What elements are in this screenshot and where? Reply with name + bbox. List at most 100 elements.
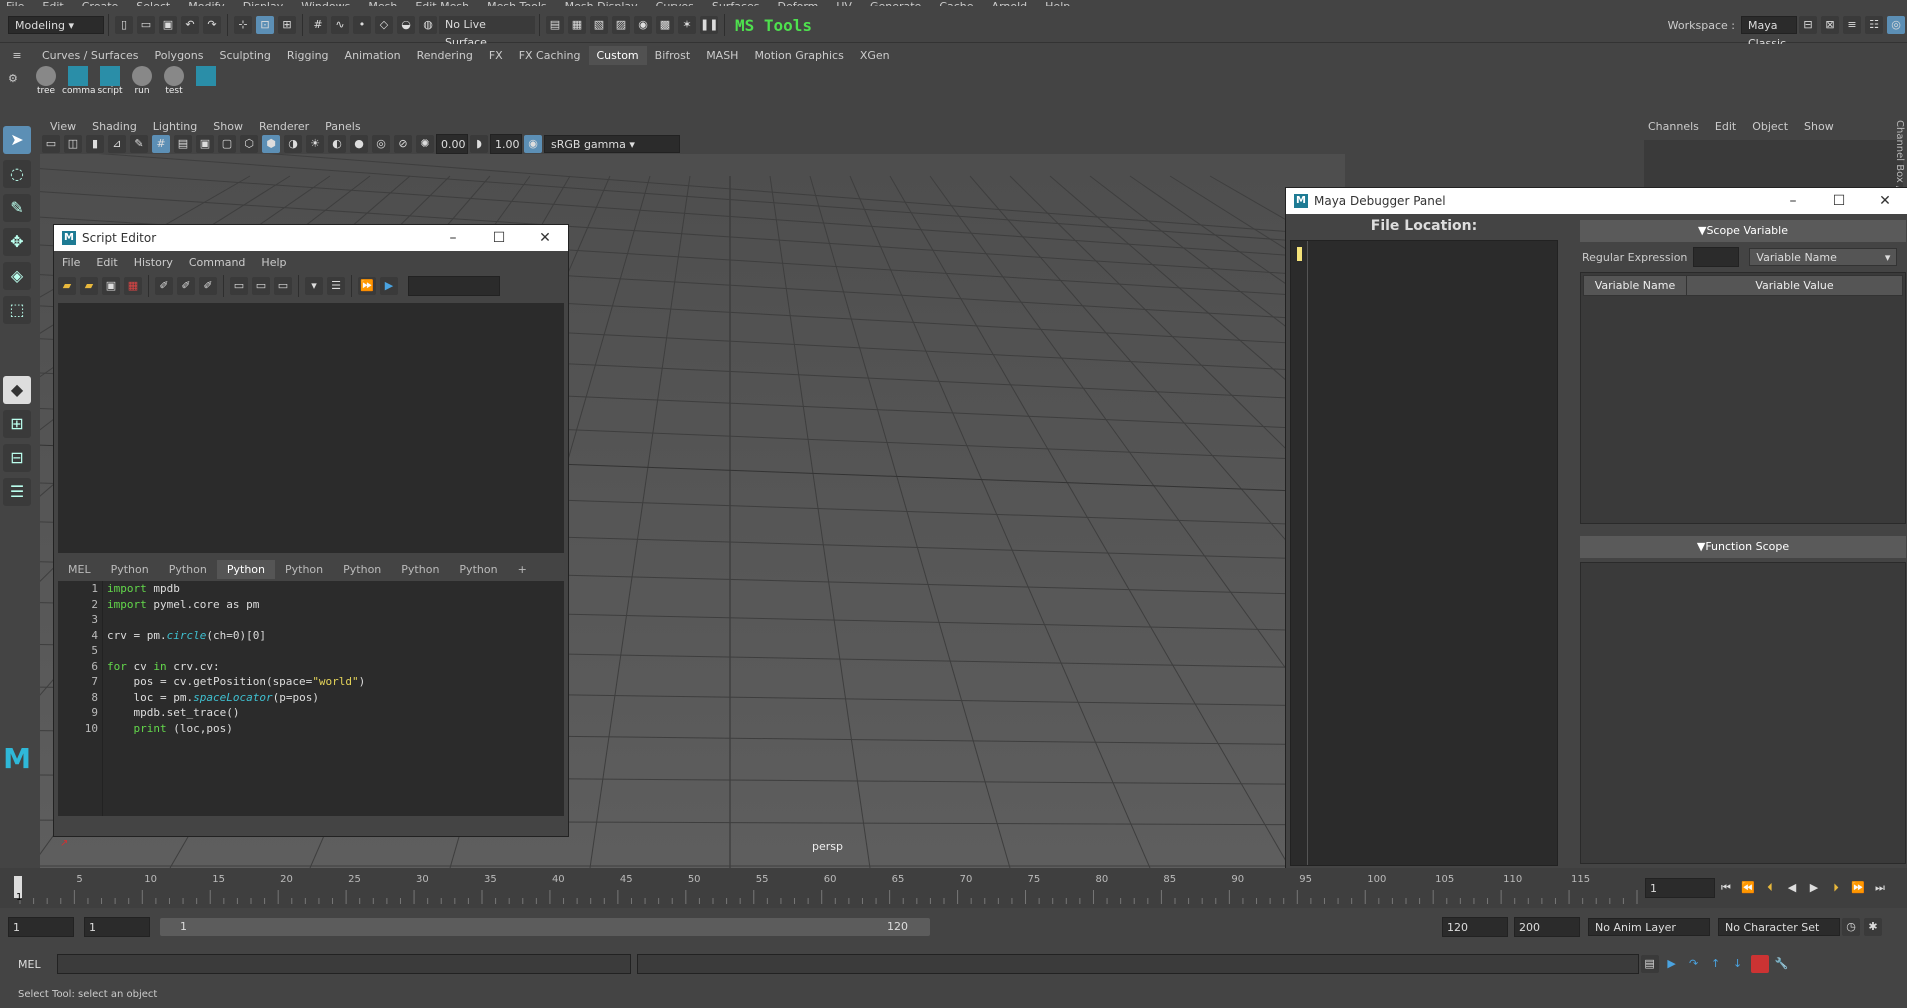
step-back-key-icon[interactable]: ⏪	[1739, 879, 1757, 897]
outliner-icon[interactable]: ☰	[3, 478, 31, 506]
tab-rigging[interactable]: Rigging	[279, 46, 337, 65]
select-hierarchy-icon[interactable]: ⊹	[234, 16, 252, 34]
viewport-menu-lighting[interactable]: Lighting	[153, 120, 197, 133]
arnold-render-icon[interactable]: ▩	[656, 16, 674, 34]
snap-point-icon[interactable]: •	[353, 16, 371, 34]
clear-all-icon[interactable]: ✐	[199, 277, 217, 295]
minimize-icon[interactable]: –	[430, 230, 476, 246]
viewport-menu-show[interactable]: Show	[213, 120, 243, 133]
playback-end-field[interactable]: 120	[1442, 917, 1508, 937]
render-settings-icon[interactable]: ▤	[546, 16, 564, 34]
channel-box-menu-channels[interactable]: Channels	[1648, 120, 1699, 133]
tab-fx-caching[interactable]: FX Caching	[511, 46, 589, 65]
camera-icon[interactable]: ▭	[42, 135, 60, 153]
menu-item[interactable]: Edit	[42, 1, 63, 6]
script-search-field[interactable]	[408, 276, 500, 296]
colorspace-select[interactable]: sRGB gamma ▾	[544, 135, 680, 153]
menu-item[interactable]: Mesh	[368, 1, 397, 6]
maximize-icon[interactable]: ☐	[1816, 193, 1862, 209]
tab-python[interactable]: Python	[101, 560, 159, 579]
rotate-tool-icon[interactable]: ◈	[3, 262, 31, 290]
isolate-icon[interactable]: ◎	[372, 135, 390, 153]
menu-item[interactable]: Help	[1045, 1, 1070, 6]
menu-item[interactable]: Windows	[301, 1, 350, 6]
source-code-view[interactable]	[1290, 240, 1558, 866]
time-slider[interactable]: 5 10 15 20 25 30 35 40 45 50 55 60 65 70 75 80 85 90 95 100…	[0, 868, 1907, 908]
image-plane-icon[interactable]: ⊿	[108, 135, 126, 153]
lights-icon[interactable]: ☀	[306, 135, 324, 153]
open-scene-icon[interactable]: ▭	[137, 16, 155, 34]
play-forwards-icon[interactable]: ▶	[1805, 879, 1823, 897]
new-scene-icon[interactable]: ▯	[115, 16, 133, 34]
arnold-ipr-icon[interactable]: ✶	[678, 16, 696, 34]
channel-box-icon[interactable]: ☷	[1865, 16, 1883, 34]
tab-python[interactable]: Python	[275, 560, 333, 579]
step-back-frame-icon[interactable]: ⏴	[1761, 879, 1779, 897]
anim-layer-select[interactable]: No Anim Layer	[1588, 918, 1710, 936]
filter-select[interactable]: Variable Name ▾	[1749, 248, 1898, 266]
snap-grid-icon[interactable]: #	[309, 16, 327, 34]
column-header[interactable]: Variable Value	[1686, 275, 1903, 296]
tab-rendering[interactable]: Rendering	[409, 46, 481, 65]
tab-fx[interactable]: FX	[481, 46, 511, 65]
tab-python[interactable]: Python	[159, 560, 217, 579]
film-gate-icon[interactable]: ▤	[174, 135, 192, 153]
lasso-tool-icon[interactable]: ◌	[3, 160, 31, 188]
script-history-panel[interactable]	[58, 303, 564, 553]
script-editor-titlebar[interactable]: M Script Editor – ☐ ✕	[54, 225, 568, 251]
workspace-selector[interactable]: Maya Classic	[1741, 16, 1797, 50]
script-editor-icon[interactable]: ▤	[1640, 955, 1659, 973]
menu-item[interactable]: Surfaces	[712, 1, 760, 6]
menu-item[interactable]: Curves	[656, 1, 694, 6]
safe-action-icon[interactable]: ▢	[218, 135, 236, 153]
current-frame-field[interactable]: 1	[1645, 878, 1715, 898]
menu-item[interactable]: Mesh Display	[565, 1, 638, 6]
ipr-render-icon[interactable]: ▧	[590, 16, 608, 34]
shelf-button-script[interactable]: script	[94, 66, 126, 100]
single-perspective-layout-icon[interactable]: ◆	[3, 376, 31, 404]
save-script-icon[interactable]: ▣	[102, 277, 120, 295]
column-header[interactable]: Variable Name	[1583, 275, 1687, 296]
menu-item[interactable]: Arnold	[992, 1, 1028, 6]
tab-bifrost[interactable]: Bifrost	[647, 46, 699, 65]
redo-icon[interactable]: ↷	[203, 16, 221, 34]
render-frame-icon[interactable]: ▦	[568, 16, 586, 34]
shadows-icon[interactable]: ◐	[328, 135, 346, 153]
tab-python[interactable]: Python	[391, 560, 449, 579]
playback-start-field[interactable]: 1	[84, 917, 150, 937]
snap-curve-icon[interactable]: ∿	[331, 16, 349, 34]
resolution-gate-icon[interactable]: ▣	[196, 135, 214, 153]
snap-view-icon[interactable]: ◇	[375, 16, 393, 34]
viewport-menu-renderer[interactable]: Renderer	[259, 120, 309, 133]
maximize-icon[interactable]: ☐	[476, 230, 522, 246]
go-to-start-icon[interactable]: ⏮	[1717, 879, 1735, 897]
execute-all-icon[interactable]: ⏩	[358, 277, 376, 295]
ms-tools-logo[interactable]: MS Tools	[735, 16, 812, 35]
sidebar-toggle-icon[interactable]: ⊟	[1799, 16, 1817, 34]
tab-python[interactable]: Python	[449, 560, 507, 579]
tab-xgen[interactable]: XGen	[852, 46, 898, 65]
tab-curves-surfaces[interactable]: Curves / Surfaces	[34, 46, 147, 65]
viewport-menu-view[interactable]: View	[50, 120, 76, 133]
line-numbers-icon[interactable]: ☰	[327, 277, 345, 295]
shelf-button-test[interactable]: test	[158, 66, 190, 100]
wireframe-icon[interactable]: ⬡	[240, 135, 258, 153]
render-view-icon[interactable]: ▨	[612, 16, 630, 34]
tab-python[interactable]: Python	[333, 560, 391, 579]
save-to-shelf-icon[interactable]: ▦	[124, 277, 142, 295]
modeling-toolkit-icon[interactable]: ◎	[1887, 16, 1905, 34]
pause-icon[interactable]: ❚❚	[700, 16, 718, 34]
grease-pencil-icon[interactable]: ✎	[130, 135, 148, 153]
menu-item[interactable]: Modify	[188, 1, 224, 6]
stop-icon[interactable]	[1750, 955, 1769, 973]
anim-prefs-icon[interactable]: ✱	[1864, 918, 1882, 936]
scene-end-field[interactable]: 200	[1514, 917, 1580, 937]
xray-icon[interactable]: ⊘	[394, 135, 412, 153]
step-forward-frame-icon[interactable]: ⏵	[1827, 879, 1845, 897]
menu-item[interactable]: Display	[243, 1, 284, 6]
persp-outliner-layout-icon[interactable]: ⊟	[3, 444, 31, 472]
menu-item[interactable]: Mesh Tools	[487, 1, 547, 6]
menu-item[interactable]: Select	[136, 1, 170, 6]
move-tool-icon[interactable]: ✥	[3, 228, 31, 256]
function-scope-panel[interactable]	[1580, 562, 1906, 864]
